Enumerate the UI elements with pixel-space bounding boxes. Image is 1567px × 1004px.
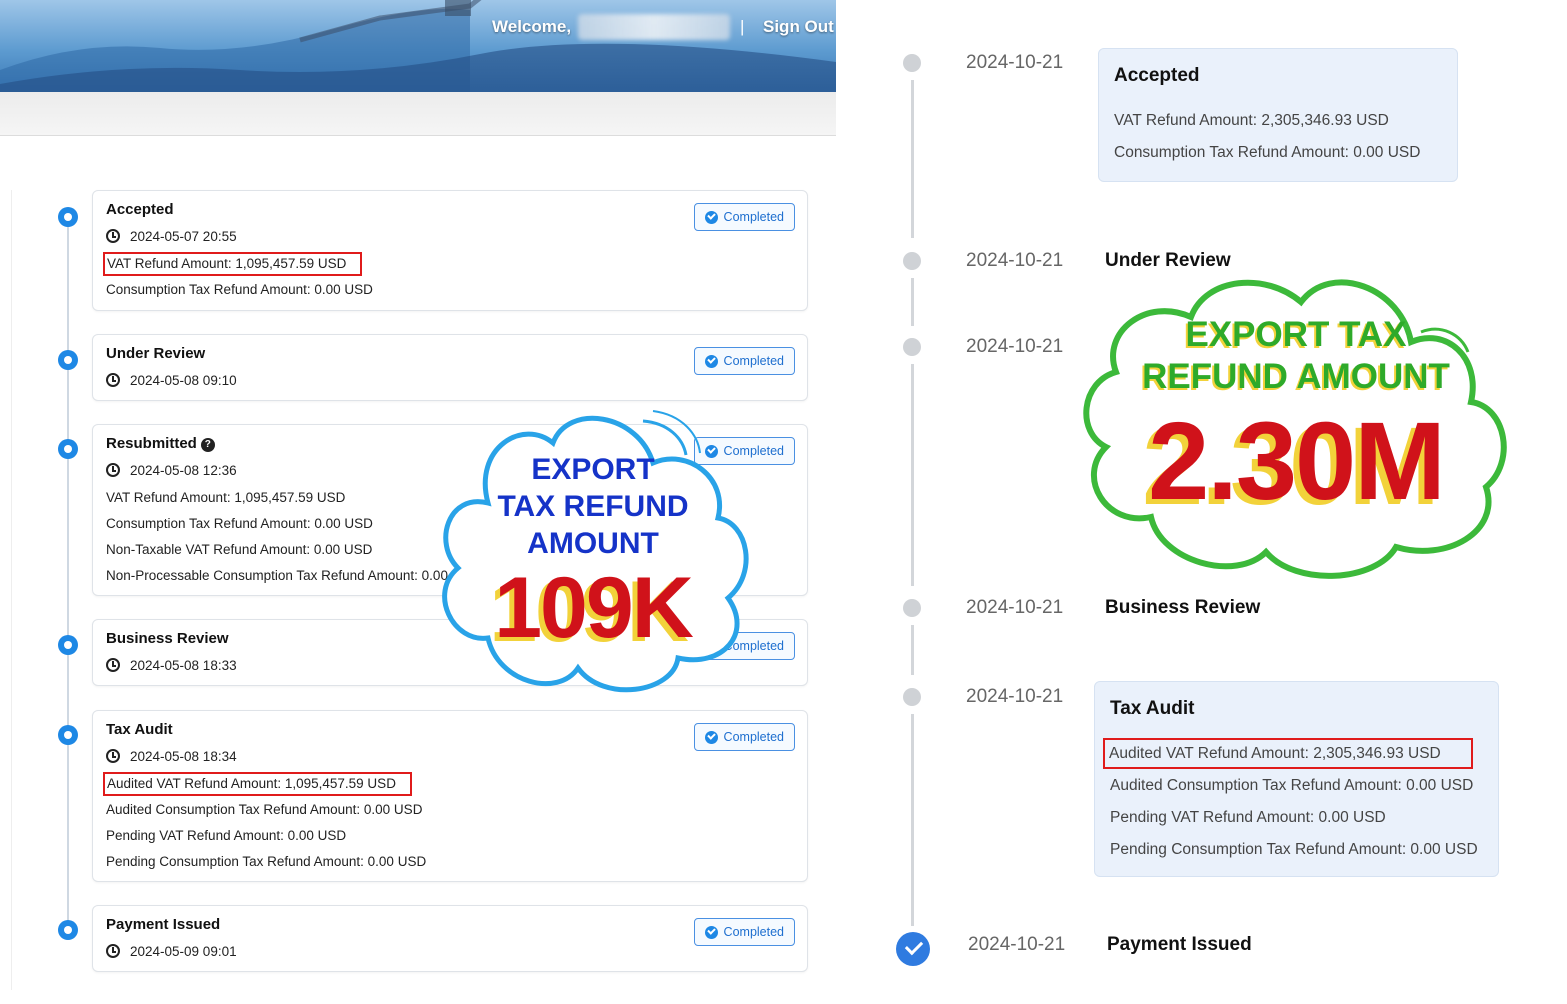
step-title: Payment Issued: [1107, 934, 1252, 955]
clock-icon: [106, 463, 120, 477]
audited-consumption-row: Audited Consumption Tax Refund Amount: 0…: [106, 802, 423, 817]
step-date: 2024-10-21: [966, 250, 1064, 271]
sticker-amount: 109K: [494, 560, 694, 656]
timeline-dot: [903, 338, 921, 356]
pending-vat-row: Pending VAT Refund Amount: 0.00 USD: [1110, 809, 1386, 826]
timeline-line: [911, 80, 914, 238]
check-circle-icon: [896, 932, 930, 966]
timeline-line: [911, 278, 914, 326]
toolbar-strip: [0, 92, 836, 136]
timeline-dot: [903, 688, 921, 706]
step-date: 2024-10-21: [966, 52, 1064, 73]
vat-refund-row: VAT Refund Amount: 1,095,457.59 USD: [103, 251, 794, 277]
timeline-dot: [58, 207, 78, 227]
clock-icon: [106, 373, 120, 387]
consumption-tax-row: Consumption Tax Refund Amount: 0.00 USD: [1114, 144, 1421, 161]
step-title: Payment Issued: [106, 916, 221, 933]
step-time: 2024-05-07 20:55: [106, 221, 794, 251]
vat-refund-row: VAT Refund Amount: 2,305,346.93 USD: [1114, 112, 1389, 129]
step-date: 2024-10-21: [966, 686, 1064, 707]
clock-icon: [106, 749, 120, 763]
timeline-dot: [58, 439, 78, 459]
clock-icon: [106, 944, 120, 958]
step-title: Business Review: [1105, 597, 1261, 618]
timeline-card-accepted: Accepted 2024-05-07 20:55 VAT Refund Amo…: [92, 190, 808, 311]
step-title: Accepted: [106, 201, 174, 218]
timeline-dot: [58, 350, 78, 370]
step-date: 2024-10-21: [966, 336, 1064, 357]
timeline-card-accepted: Accepted VAT Refund Amount: 2,305,346.93…: [1098, 48, 1458, 182]
sign-out-link[interactable]: Sign Out: [763, 17, 834, 37]
timeline-line: [911, 714, 914, 926]
step-time: 2024-05-08 09:10: [106, 365, 794, 395]
sticker-heading: EXPORT TAX REFUND AMOUNT: [497, 453, 689, 560]
left-screenshot-panel: Welcome, | Sign Out Accepted 2024-05-07 …: [0, 0, 836, 1004]
audited-vat-row: Audited VAT Refund Amount: 2,305,346.93 …: [1103, 738, 1483, 770]
audited-vat-row: Audited VAT Refund Amount: 1,095,457.59 …: [103, 771, 794, 797]
consumption-tax-row: Consumption Tax Refund Amount: 0.00 USD: [106, 282, 373, 297]
sticker-amount: 2.30M: [1148, 400, 1446, 523]
step-title: Tax Audit: [1110, 698, 1195, 719]
step-title: Tax Audit: [106, 721, 173, 738]
step-title: Under Review: [106, 345, 206, 362]
pending-consumption-row: Pending Consumption Tax Refund Amount: 0…: [106, 854, 427, 869]
timeline-line: [911, 364, 914, 586]
left-sidebar-edge: [0, 190, 12, 990]
header-separator: |: [740, 17, 745, 36]
timeline-card-tax-audit: Tax Audit 2024-05-08 18:34 Audited VAT R…: [92, 710, 808, 882]
timeline-line: [911, 625, 914, 675]
header-banner: Welcome, | Sign Out: [0, 0, 836, 92]
completed-badge[interactable]: Completed: [693, 203, 795, 231]
step-date: 2024-10-21: [966, 597, 1064, 618]
clock-icon: [106, 229, 120, 243]
timeline-dot: [58, 635, 78, 655]
timeline-dot: [58, 920, 78, 940]
pending-consumption-row: Pending Consumption Tax Refund Amount: 0…: [1110, 841, 1478, 858]
help-icon[interactable]: ?: [200, 438, 215, 452]
timeline-dot: [58, 725, 78, 745]
timeline-card-tax-audit: Tax Audit Audited VAT Refund Amount: 2,3…: [1094, 681, 1499, 877]
step-date: 2024-10-21: [968, 934, 1066, 955]
timeline-card-payment-issued: Payment Issued 2024-05-09 09:01 Complete…: [92, 905, 808, 972]
blurred-username: [578, 14, 730, 40]
welcome-text: Welcome,: [492, 17, 572, 36]
completed-badge[interactable]: Completed: [693, 723, 795, 751]
audited-consumption-row: Audited Consumption Tax Refund Amount: 0…: [1110, 777, 1474, 794]
step-title: Accepted: [1114, 65, 1200, 86]
completed-badge[interactable]: Completed: [693, 918, 795, 946]
timeline-dot: [903, 54, 921, 72]
clock-icon: [106, 658, 120, 672]
check-circle-icon: [704, 730, 718, 744]
step-time: 2024-05-08 18:34: [106, 741, 794, 771]
timeline-dot: [903, 599, 921, 617]
sticker-left-cloud: EXPORT TAX REFUND AMOUNT 109K: [428, 393, 758, 705]
check-circle-icon: [704, 354, 718, 368]
timeline-card-under-review: Under Review 2024-05-08 09:10 Completed: [92, 334, 808, 401]
pending-vat-row: Pending VAT Refund Amount: 0.00 USD: [106, 828, 347, 843]
check-circle-icon: [704, 925, 718, 939]
completed-badge[interactable]: Completed: [693, 347, 795, 375]
highlight-box: Audited VAT Refund Amount: 1,095,457.59 …: [103, 772, 412, 796]
check-circle-icon: [704, 210, 718, 224]
step-time: 2024-05-09 09:01: [106, 936, 794, 966]
timeline-dot: [903, 252, 921, 270]
right-screenshot-panel: 2024-10-21 Accepted VAT Refund Amount: 2…: [836, 0, 1567, 1004]
highlight-box: Audited VAT Refund Amount: 2,305,346.93 …: [1103, 738, 1473, 769]
sticker-right-cloud: EXPORT TAX REFUND AMOUNT 2.30M: [1076, 262, 1516, 588]
highlight-box: VAT Refund Amount: 1,095,457.59 USD: [103, 252, 363, 276]
sticker-heading: EXPORT TAX REFUND AMOUNT: [1142, 315, 1450, 396]
timeline-line: [67, 216, 69, 932]
